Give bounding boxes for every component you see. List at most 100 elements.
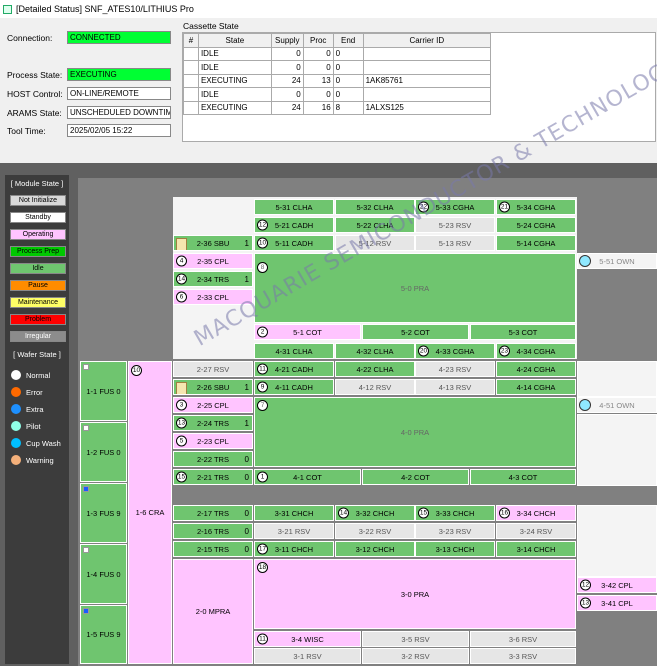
module-5-21[interactable]: 12 5-21 CADH — [254, 217, 334, 233]
legend-irregular: Irregular — [10, 331, 66, 342]
window-title-bar: [Detailed Status] SNF_ATES10/LITHIUS Pro — [0, 0, 657, 18]
module-2-21[interactable]: 15 2-21 TRS 0 — [173, 469, 253, 485]
module-1-2[interactable]: 1-2 FUS 0 — [80, 422, 127, 482]
module-4-24[interactable]: 4-24 CGHA — [496, 361, 576, 377]
table-row[interactable]: IDLE 0 0 0 — [183, 60, 492, 75]
pilot-dot-icon — [11, 421, 21, 431]
module-5-3[interactable]: 5-3 COT — [470, 324, 576, 340]
module-5-24[interactable]: 5-24 CGHA — [496, 217, 576, 233]
module-3-22[interactable]: 3-22 RSV — [335, 523, 415, 539]
module-2-25[interactable]: 3 2-25 CPL — [173, 397, 253, 413]
wafer-number-icon: 14 — [338, 507, 349, 519]
module-4-22[interactable]: 4-22 CLHA — [335, 361, 415, 377]
module-2-24[interactable]: 13 2-24 TRS 1 — [173, 415, 253, 431]
module-3-14[interactable]: 3-14 CHCH — [496, 541, 576, 557]
wafer-number-icon: 15 — [176, 471, 187, 483]
module-3-12[interactable]: 3-12 CHCH — [335, 541, 415, 557]
wafer-number-icon: 12 — [580, 579, 591, 591]
module-3-6[interactable]: 3-6 RSV — [470, 631, 576, 647]
module-2-23[interactable]: 5 2-23 CPL — [173, 433, 253, 449]
module-2-17[interactable]: 2-17 TRS 0 — [173, 505, 253, 521]
wafer-number-icon: 10 — [131, 365, 142, 376]
wafer-number-icon: 11 — [257, 363, 268, 375]
wafer-number-icon: 8 — [257, 262, 268, 273]
module-1-3[interactable]: 1-3 FUS 9 — [80, 483, 127, 543]
module-4-14[interactable]: 4-14 CGHA — [496, 379, 576, 395]
module-3-3[interactable]: 3-3 RSV — [470, 648, 576, 664]
module-4-32[interactable]: 4-32 CLHA — [335, 343, 415, 359]
module-5-2[interactable]: 5-2 COT — [362, 324, 469, 340]
module-3-41[interactable]: 13 3-41 CPL — [577, 595, 657, 611]
col-header-index: # — [183, 33, 199, 48]
module-4-12[interactable]: 4-12 RSV — [335, 379, 415, 395]
module-2-26[interactable]: 2-26 SBU 1 — [173, 379, 253, 395]
module-3-21[interactable]: 3-21 RSV — [254, 523, 334, 539]
module-3-24[interactable]: 3-24 RSV — [496, 523, 576, 539]
module-4-34[interactable]: 23 4-34 CGHA — [496, 343, 576, 359]
module-4-21[interactable]: 11 4-21 CADH — [254, 361, 334, 377]
module-4-31[interactable]: 4-31 CLHA — [254, 343, 334, 359]
wafer-number-icon: 5 — [176, 435, 187, 447]
module-1-6-cra[interactable]: 10 1-6 CRA — [128, 361, 172, 664]
module-1-1[interactable]: 1-1 FUS 0 — [80, 361, 127, 421]
module-2-0-mpra[interactable]: 2-0 MPRA — [173, 559, 253, 664]
module-4-0-pra[interactable]: 7 4-0 PRA — [254, 397, 576, 467]
table-row[interactable]: EXECUTING 24 16 8 1ALXS125 — [183, 100, 492, 115]
module-3-32[interactable]: 14 3-32 CHCH — [335, 505, 415, 521]
empty-slot-right — [577, 361, 657, 397]
wafer-slot-icon — [83, 364, 89, 370]
module-1-5[interactable]: 1-5 FUS 9 — [80, 605, 127, 664]
wafer-legend-normal: Normal — [11, 370, 50, 380]
module-3-31[interactable]: 3-31 CHCH — [254, 505, 334, 521]
module-3-5[interactable]: 3-5 RSV — [362, 631, 469, 647]
wafer-slot-icon — [83, 547, 89, 553]
module-5-34[interactable]: 21 5-34 CGHA — [496, 199, 576, 215]
module-3-2[interactable]: 3-2 RSV — [362, 648, 469, 664]
module-1-4[interactable]: 1-4 FUS 0 — [80, 544, 127, 604]
module-4-51[interactable]: 4-51 OWN — [577, 397, 657, 413]
module-3-1[interactable]: 3-1 RSV — [254, 648, 361, 664]
wafer-number-icon: 16 — [499, 507, 510, 519]
module-3-13[interactable]: 3-13 CHCH — [415, 541, 495, 557]
module-3-42[interactable]: 12 3-42 CPL — [577, 577, 657, 593]
legend-standby: Standby — [10, 212, 66, 223]
module-3-0-pra[interactable]: 18 3-0 PRA — [254, 559, 576, 629]
table-row[interactable]: IDLE 0 0 0 — [183, 87, 492, 102]
legend-panel: [ Module State ] Not Initialize Standby … — [5, 175, 69, 664]
module-5-13[interactable]: 5-13 RSV — [415, 235, 495, 251]
module-4-33[interactable]: 20 4-33 CGHA — [415, 343, 495, 359]
extra-dot-icon — [11, 404, 21, 414]
empty-slot-right-3 — [577, 505, 657, 577]
module-2-15[interactable]: 2-15 TRS 0 — [173, 541, 253, 557]
module-5-1[interactable]: 2 5-1 COT — [254, 324, 361, 340]
module-4-2[interactable]: 4-2 COT — [362, 469, 469, 485]
module-2-35[interactable]: 4 2-35 CPL — [173, 253, 253, 269]
module-2-27[interactable]: 2-27 RSV — [173, 361, 253, 377]
module-2-34[interactable]: 14 2-34 TRS 1 — [173, 271, 253, 287]
module-4-3[interactable]: 4-3 COT — [470, 469, 576, 485]
module-2-36[interactable]: 2-36 SBU 1 — [173, 235, 253, 251]
module-4-1[interactable]: 1 4-1 COT — [254, 469, 361, 485]
module-3-33[interactable]: 15 3-33 CHCH — [415, 505, 495, 521]
module-3-11[interactable]: 17 3-11 CHCH — [254, 541, 334, 557]
module-4-11[interactable]: 9 4-11 CADH — [254, 379, 334, 395]
table-row[interactable]: EXECUTING 24 13 0 1AK85761 — [183, 73, 492, 88]
module-5-31[interactable]: 5-31 CLHA — [254, 199, 334, 215]
module-5-14[interactable]: 5-14 CGHA — [496, 235, 576, 251]
module-3-23[interactable]: 3-23 RSV — [415, 523, 495, 539]
module-3-4[interactable]: 11 3-4 WISC — [254, 631, 361, 647]
legend-process-prep: Process Prep — [10, 246, 66, 257]
module-4-23[interactable]: 4-23 RSV — [415, 361, 495, 377]
module-5-11[interactable]: 10 5-11 CADH — [254, 235, 334, 251]
wafer-number-icon: 13 — [580, 597, 591, 609]
error-dot-icon — [11, 387, 21, 397]
wafer-number-icon: 14 — [176, 273, 187, 285]
table-row[interactable]: IDLE 0 0 0 — [183, 46, 492, 61]
module-4-13[interactable]: 4-13 RSV — [415, 379, 495, 395]
module-2-16[interactable]: 2-16 TRS 0 — [173, 523, 253, 539]
module-3-34[interactable]: 16 3-34 CHCH — [496, 505, 576, 521]
module-5-51[interactable]: 5-51 OWN — [577, 253, 657, 269]
host-control-label: HOST Control: — [7, 89, 63, 99]
module-2-22[interactable]: 2-22 TRS 0 — [173, 451, 253, 467]
col-header-state: State — [197, 33, 272, 48]
